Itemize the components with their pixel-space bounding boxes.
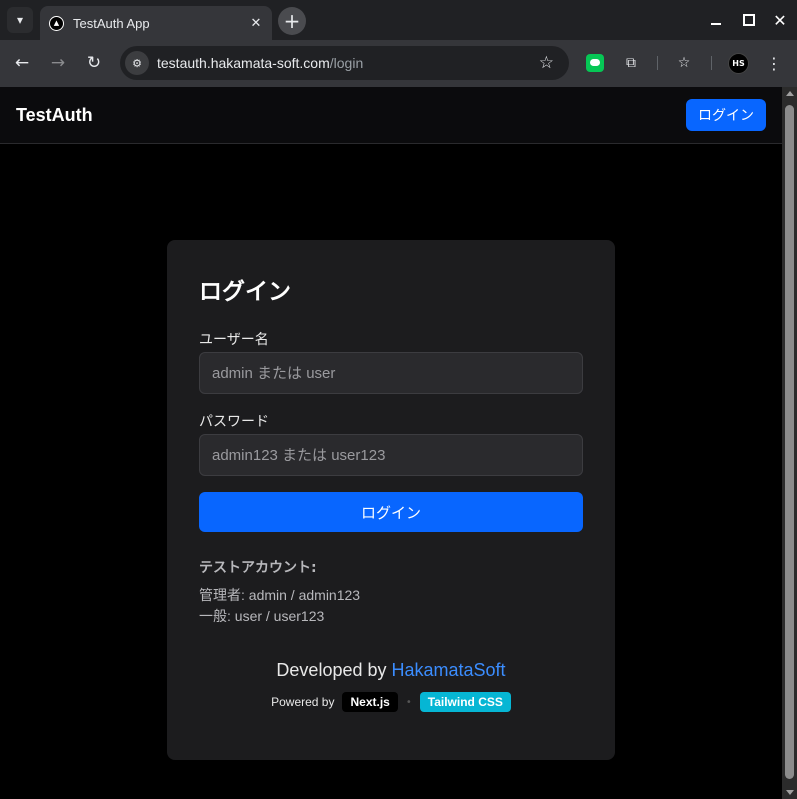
toolbar-divider xyxy=(711,56,712,70)
toolbar-divider xyxy=(657,56,658,70)
header-login-button[interactable]: ログイン xyxy=(686,99,766,131)
star-icon[interactable]: ☆ xyxy=(539,53,554,73)
browser-toolbar: ← → ↻ ⚙ testauth.hakamata-soft.com/login… xyxy=(0,40,797,87)
username-label: ユーザー名 xyxy=(199,332,269,348)
back-icon[interactable]: ← xyxy=(11,52,33,74)
reload-icon[interactable]: ↻ xyxy=(83,52,105,74)
browser-tab[interactable]: ▲ TestAuth App ✕ xyxy=(40,6,272,40)
bookmarks-icon[interactable]: ☆ xyxy=(673,52,695,74)
username-input[interactable] xyxy=(199,352,583,394)
profile-avatar[interactable]: HS xyxy=(728,53,749,74)
page-scrollbar[interactable] xyxy=(782,87,797,799)
scroll-thumb[interactable] xyxy=(785,105,794,779)
forward-icon[interactable]: → xyxy=(47,52,69,74)
browser-tabstrip: ▾ ▲ TestAuth App ✕ + ✕ xyxy=(0,0,797,40)
developer-credit: Developed by HakamataSoft xyxy=(167,660,615,681)
new-tab-icon[interactable]: + xyxy=(278,7,306,35)
address-bar[interactable]: ⚙ testauth.hakamata-soft.com/login ☆ xyxy=(120,46,569,80)
tab-title: TestAuth App xyxy=(73,15,150,31)
maximize-icon[interactable] xyxy=(739,10,759,30)
login-title: ログイン xyxy=(199,279,291,305)
line-extension-icon[interactable] xyxy=(584,52,606,74)
badge-separator: • xyxy=(405,696,412,708)
developer-link[interactable]: HakamataSoft xyxy=(392,660,506,680)
app-header: TestAuth ログイン xyxy=(0,87,782,144)
test-accounts-title: テストアカウント: xyxy=(199,560,317,576)
powered-by-row: Powered by Next.js • Tailwind CSS xyxy=(167,692,615,712)
app-favicon-icon: ▲ xyxy=(49,15,64,31)
url-path: /login xyxy=(329,55,364,71)
login-card: ログイン ユーザー名 パスワード ログイン テストアカウント: 管理者: adm… xyxy=(167,240,615,760)
kebab-menu-icon[interactable]: ⋮ xyxy=(764,52,784,74)
tab-search-icon[interactable]: ▾ xyxy=(7,7,33,33)
app-brand[interactable]: TestAuth xyxy=(16,105,93,126)
window-close-icon[interactable]: ✕ xyxy=(770,10,790,30)
tailwind-badge: Tailwind CSS xyxy=(419,692,511,712)
password-label: パスワード xyxy=(199,414,269,430)
scroll-up-icon[interactable] xyxy=(786,91,794,96)
login-submit-button[interactable]: ログイン xyxy=(199,492,583,532)
page-viewport: TestAuth ログイン ログイン ユーザー名 パスワード ログイン テストア… xyxy=(0,87,782,799)
minimize-icon[interactable] xyxy=(706,10,726,30)
test-account-admin: 管理者: admin / admin123 xyxy=(199,587,361,603)
site-info-icon[interactable]: ⚙ xyxy=(125,51,149,75)
close-icon[interactable]: ✕ xyxy=(247,14,265,32)
nextjs-badge: Next.js xyxy=(342,692,398,712)
url-text[interactable]: testauth.hakamata-soft.com/login xyxy=(157,55,363,71)
password-input[interactable] xyxy=(199,434,583,476)
puzzle-icon[interactable]: ⧉ xyxy=(620,52,642,74)
developed-by-text: Developed by xyxy=(276,660,392,680)
scroll-down-icon[interactable] xyxy=(786,790,794,795)
url-host: testauth.hakamata-soft.com xyxy=(157,55,330,71)
powered-by-text: Powered by xyxy=(271,695,335,709)
test-account-general: 一般: user / user123 xyxy=(199,608,325,624)
